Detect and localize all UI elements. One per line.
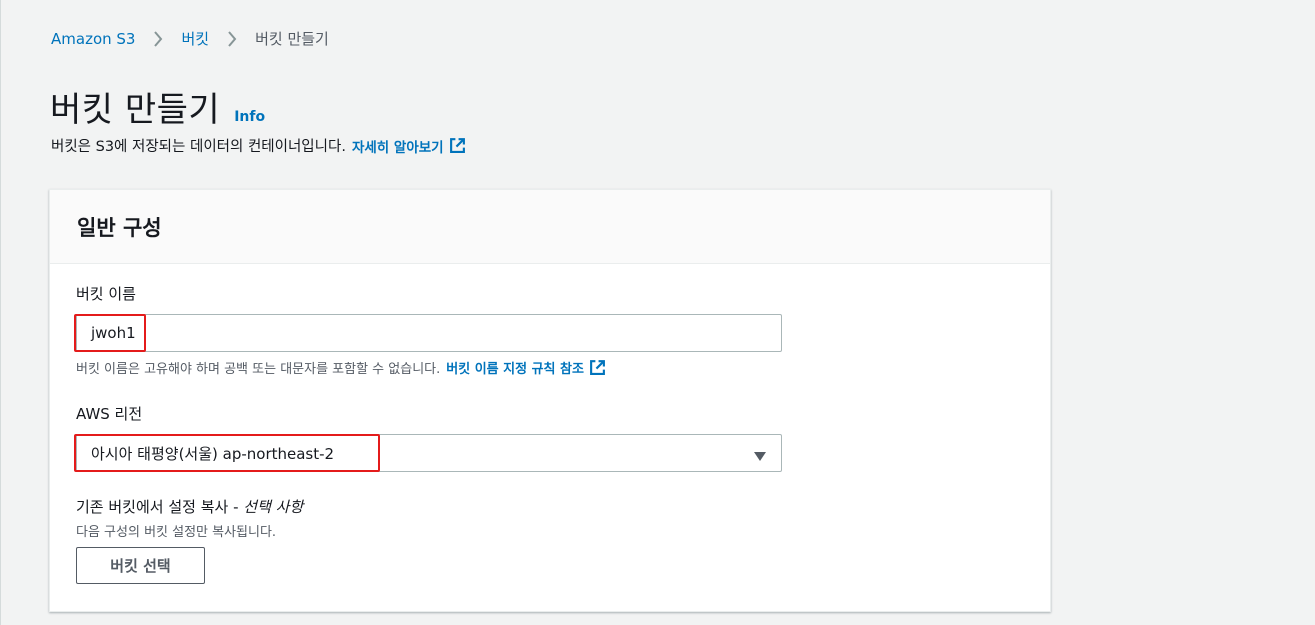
breadcrumb-create-bucket: 버킷 만들기 — [255, 30, 329, 48]
left-divider — [0, 0, 1, 625]
info-link[interactable]: Info — [234, 109, 265, 125]
chevron-right-icon — [143, 29, 173, 49]
external-link-icon — [449, 138, 465, 153]
optional-tag: 선택 사항 — [243, 498, 304, 516]
copy-settings-title: 기존 버킷에서 설정 복사 - — [76, 498, 239, 516]
bucket-name-value: jwoh1 — [91, 324, 136, 342]
page-title: 버킷 만들기 — [50, 90, 221, 130]
copy-settings-label: 기존 버킷에서 설정 복사 - 선택 사항 — [76, 496, 303, 517]
breadcrumb-buckets[interactable]: 버킷 — [181, 28, 209, 49]
breadcrumb: Amazon S3 버킷 버킷 만들기 — [51, 28, 329, 49]
bucket-name-hint-text: 버킷 이름은 고유해야 하며 공백 또는 대문자를 포함할 수 없습니다. — [76, 362, 441, 377]
general-configuration-panel: 일반 구성 버킷 이름 jwoh1 버킷 이름은 고유해야 하며 공백 또는 대… — [49, 189, 1051, 612]
external-link-icon — [590, 360, 605, 375]
region-select[interactable]: 아시아 태평양(서울) ap-northeast-2 — [76, 434, 782, 472]
create-bucket-page: Amazon S3 버킷 버킷 만들기 버킷 만들기 Info 버킷은 S3에 … — [0, 0, 1315, 625]
page-header: 버킷 만들기 Info — [50, 82, 265, 131]
breadcrumb-amazon-s3[interactable]: Amazon S3 — [51, 30, 135, 48]
chevron-right-icon — [217, 29, 247, 49]
naming-rules-label: 버킷 이름 지정 규칙 참조 — [446, 362, 584, 377]
region-value: 아시아 태평양(서울) ap-northeast-2 — [91, 444, 335, 463]
copy-settings-hint: 다음 구성의 버킷 설정만 복사됩니다. — [76, 525, 277, 540]
description-text: 버킷은 S3에 저장되는 데이터의 컨테이너입니다. — [51, 139, 346, 155]
bucket-name-input[interactable]: jwoh1 — [76, 314, 782, 352]
learn-more-label: 자세히 알아보기 — [351, 139, 444, 156]
region-label: AWS 리전 — [76, 405, 143, 423]
learn-more-link[interactable]: 자세히 알아보기 — [352, 136, 466, 156]
bucket-name-label: 버킷 이름 — [76, 285, 136, 303]
caret-down-icon — [753, 448, 767, 466]
choose-bucket-button[interactable]: 버킷 선택 — [76, 547, 205, 584]
panel-header: 일반 구성 — [50, 190, 1050, 264]
naming-rules-link[interactable]: 버킷 이름 지정 규칙 참조 — [446, 358, 606, 377]
page-description: 버킷은 S3에 저장되는 데이터의 컨테이너입니다. 자세히 알아보기 — [51, 135, 466, 156]
panel-title: 일반 구성 — [77, 215, 162, 240]
bucket-name-hint: 버킷 이름은 고유해야 하며 공백 또는 대문자를 포함할 수 없습니다. 버킷… — [76, 358, 606, 377]
